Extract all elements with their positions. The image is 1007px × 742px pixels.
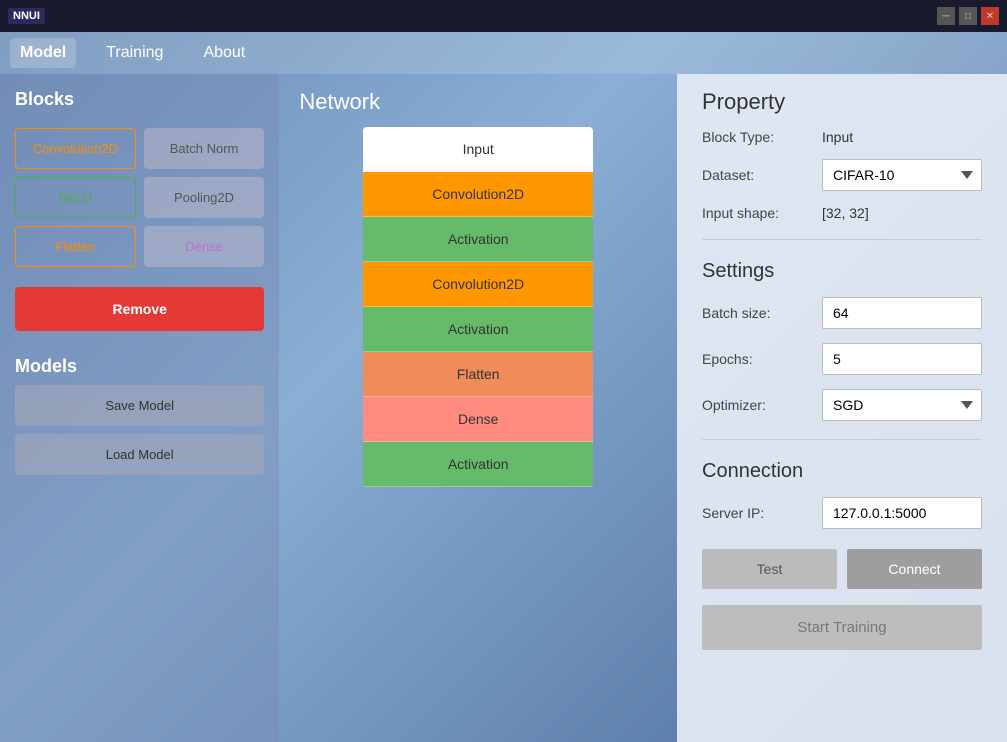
epochs-row: Epochs: <box>702 343 982 375</box>
block-type-row: Block Type: Input <box>702 129 982 145</box>
divider-2 <box>702 439 982 440</box>
title-bar: NNUI ─ □ ✕ <box>0 0 1007 32</box>
center-panel: Network Input Convolution2D Activation C… <box>279 74 677 742</box>
net-block-activation-3[interactable]: Activation <box>363 442 593 487</box>
batch-size-label: Batch size: <box>702 305 822 321</box>
block-type-value: Input <box>822 129 853 145</box>
block-btn-pooling[interactable]: Pooling2D <box>144 177 265 218</box>
load-model-button[interactable]: Load Model <box>15 434 264 475</box>
main-content: Blocks Convolution2D Batch Norm ReLU Poo… <box>0 74 1007 742</box>
property-title: Property <box>702 89 982 115</box>
blocks-grid: Convolution2D Batch Norm ReLU Pooling2D … <box>15 128 264 267</box>
divider-1 <box>702 239 982 240</box>
menu-bar: Model Training About <box>0 32 1007 74</box>
server-ip-label: Server IP: <box>702 505 822 521</box>
dataset-label: Dataset: <box>702 167 822 183</box>
optimizer-row: Optimizer: SGD Adam RMSprop <box>702 389 982 421</box>
test-connect-row: Test Connect <box>702 549 982 589</box>
block-type-label: Block Type: <box>702 129 822 145</box>
optimizer-label: Optimizer: <box>702 397 822 413</box>
net-block-activation-1[interactable]: Activation <box>363 217 593 262</box>
block-btn-relu[interactable]: ReLU <box>15 177 136 218</box>
net-block-dense[interactable]: Dense <box>363 397 593 442</box>
net-block-input[interactable]: Input <box>363 127 593 172</box>
maximize-button[interactable]: □ <box>959 7 977 25</box>
network-blocks: Input Convolution2D Activation Convoluti… <box>363 127 593 487</box>
start-training-button[interactable]: Start Training <box>702 605 982 650</box>
title-bar-controls: ─ □ ✕ <box>937 7 999 25</box>
input-shape-label: Input shape: <box>702 205 822 221</box>
right-panel: Property Block Type: Input Dataset: CIFA… <box>677 74 1007 742</box>
test-button[interactable]: Test <box>702 549 837 589</box>
dataset-select[interactable]: CIFAR-10 MNIST CIFAR-100 <box>822 159 982 191</box>
net-block-flatten[interactable]: Flatten <box>363 352 593 397</box>
dataset-row: Dataset: CIFAR-10 MNIST CIFAR-100 <box>702 159 982 191</box>
models-section: Models Save Model Load Model <box>15 356 264 483</box>
block-btn-dense[interactable]: Dense <box>144 226 265 267</box>
net-block-conv2d-1[interactable]: Convolution2D <box>363 172 593 217</box>
block-btn-conv2d[interactable]: Convolution2D <box>15 128 136 169</box>
server-ip-input[interactable] <box>822 497 982 529</box>
minimize-button[interactable]: ─ <box>937 7 955 25</box>
batch-size-row: Batch size: <box>702 297 982 329</box>
block-btn-flatten[interactable]: Flatten <box>15 226 136 267</box>
net-block-conv2d-2[interactable]: Convolution2D <box>363 262 593 307</box>
title-bar-left: NNUI <box>8 8 45 24</box>
batch-size-input[interactable] <box>822 297 982 329</box>
input-shape-value: [32, 32] <box>822 205 869 221</box>
left-panel: Blocks Convolution2D Batch Norm ReLU Poo… <box>0 74 279 742</box>
app-logo: NNUI <box>8 8 45 24</box>
remove-button[interactable]: Remove <box>15 287 264 331</box>
optimizer-select[interactable]: SGD Adam RMSprop <box>822 389 982 421</box>
connect-button[interactable]: Connect <box>847 549 982 589</box>
blocks-title: Blocks <box>15 89 264 110</box>
models-title: Models <box>15 356 264 377</box>
menu-item-training[interactable]: Training <box>96 38 173 68</box>
epochs-input[interactable] <box>822 343 982 375</box>
menu-item-model[interactable]: Model <box>10 38 76 68</box>
close-button[interactable]: ✕ <box>981 7 999 25</box>
epochs-label: Epochs: <box>702 351 822 367</box>
menu-item-about[interactable]: About <box>193 38 255 68</box>
net-block-activation-2[interactable]: Activation <box>363 307 593 352</box>
input-shape-row: Input shape: [32, 32] <box>702 205 982 221</box>
save-model-button[interactable]: Save Model <box>15 385 264 426</box>
block-btn-batchnorm[interactable]: Batch Norm <box>144 128 265 169</box>
network-title: Network <box>299 89 657 115</box>
connection-title: Connection <box>702 460 982 483</box>
settings-title: Settings <box>702 260 982 283</box>
server-ip-row: Server IP: <box>702 497 982 529</box>
